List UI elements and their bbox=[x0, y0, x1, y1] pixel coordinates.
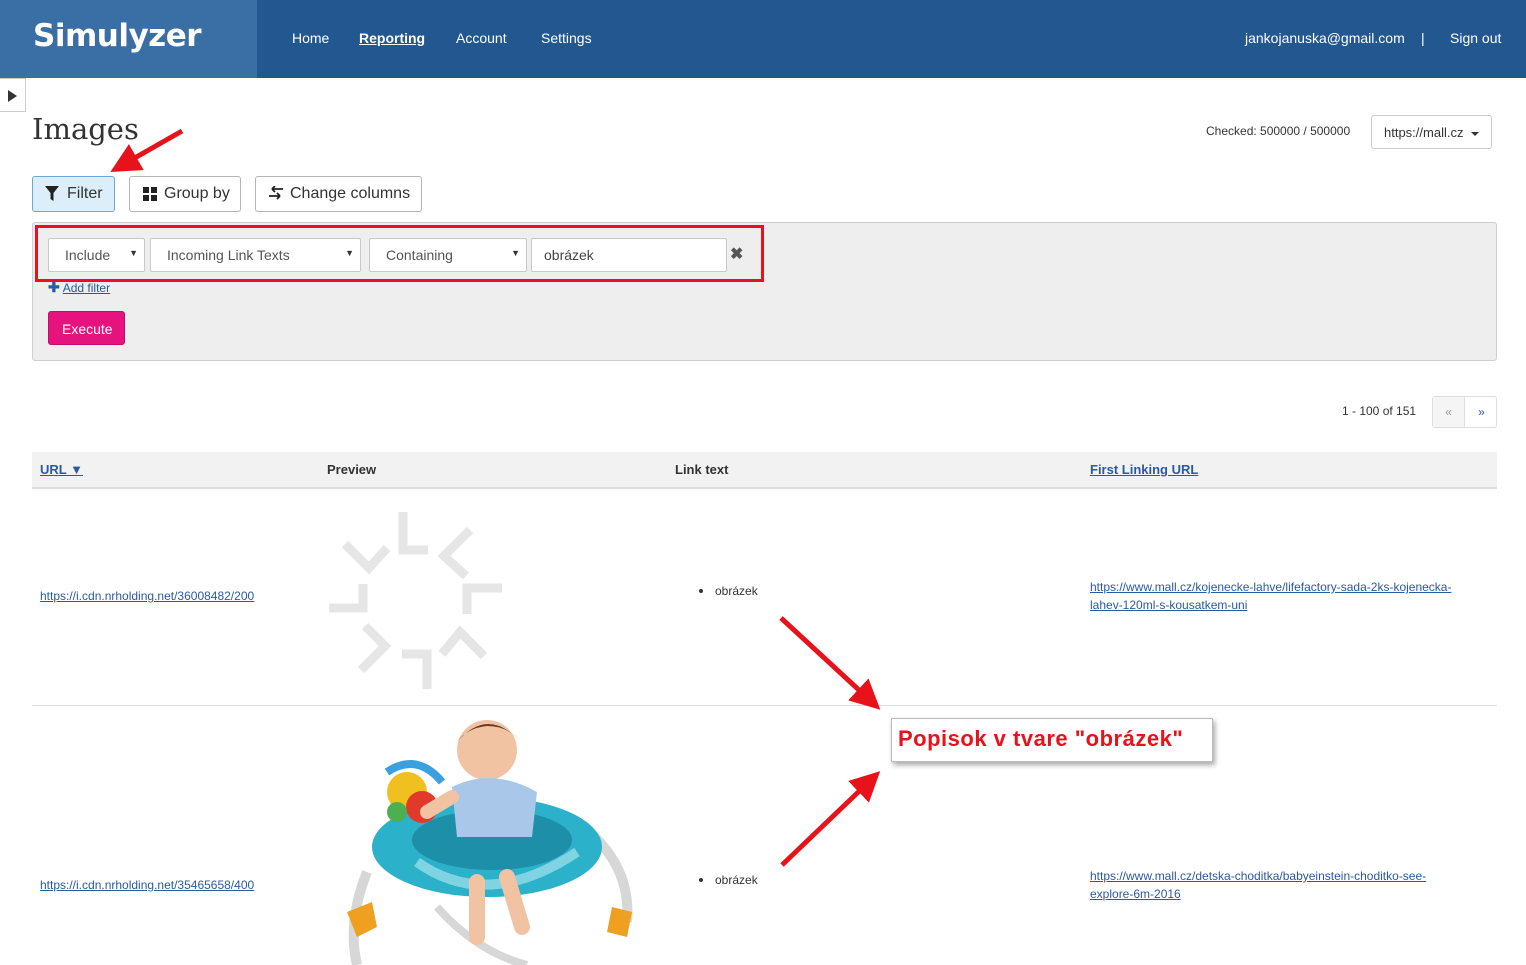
next-page-button[interactable]: » bbox=[1466, 397, 1497, 427]
plus-icon: ✚ bbox=[48, 279, 60, 295]
caret-right-icon bbox=[8, 90, 17, 102]
swap-arrows-icon bbox=[268, 185, 284, 204]
first-linking-url-link-cont[interactable]: explore-6m-2016 bbox=[1090, 887, 1181, 901]
page-title: Images bbox=[32, 112, 139, 146]
arrow-to-callout-lower bbox=[780, 771, 881, 867]
filter-button-label: Filter bbox=[67, 185, 103, 202]
first-linking-url-link-cont[interactable]: lahev-120ml-s-kousatkem-uni bbox=[1090, 598, 1247, 612]
sidebar-toggle[interactable] bbox=[0, 78, 26, 112]
annotation-highlight-box bbox=[35, 225, 764, 282]
pagination-summary: 1 - 100 of 151 bbox=[1342, 404, 1417, 418]
image-url-link[interactable]: https://i.cdn.nrholding.net/36008482/200 bbox=[40, 589, 254, 603]
nav-reporting[interactable]: Reporting bbox=[359, 30, 425, 46]
link-text-value: obrázek bbox=[715, 584, 758, 598]
sign-out-link[interactable]: Sign out bbox=[1450, 30, 1501, 46]
brand-logo[interactable]: Simulyzer bbox=[33, 18, 202, 54]
table-header: URL ▼ Preview Link text First Linking UR… bbox=[32, 452, 1497, 489]
top-navbar: Simulyzer Home Reporting Account Setting… bbox=[0, 0, 1526, 78]
row-divider bbox=[32, 705, 1497, 706]
image-url-link[interactable]: https://i.cdn.nrholding.net/35465658/400 bbox=[40, 878, 254, 892]
checked-count: Checked: 500000 / 500000 bbox=[1206, 124, 1351, 138]
group-by-button-label: Group by bbox=[164, 185, 230, 202]
change-columns-button[interactable]: Change columns bbox=[255, 176, 422, 212]
filter-button[interactable]: Filter bbox=[32, 176, 115, 212]
link-text-value: obrázek bbox=[715, 873, 758, 887]
chevron-down-icon bbox=[1471, 132, 1479, 136]
product-image-baby-walker bbox=[347, 720, 633, 965]
column-header-first-linking-url[interactable]: First Linking URL bbox=[1090, 462, 1198, 477]
link-text-item: obrázek bbox=[699, 873, 758, 887]
execute-button[interactable]: Execute bbox=[48, 311, 125, 345]
grid-icon bbox=[143, 187, 157, 201]
nav-settings[interactable]: Settings bbox=[541, 30, 592, 46]
pagination: « » bbox=[1432, 396, 1497, 428]
nav-home[interactable]: Home bbox=[292, 30, 329, 46]
first-linking-url-link[interactable]: https://www.mall.cz/kojenecke-lahve/life… bbox=[1090, 580, 1451, 594]
column-header-link-text: Link text bbox=[675, 462, 729, 477]
change-columns-button-label: Change columns bbox=[290, 185, 411, 202]
funnel-icon bbox=[45, 186, 59, 206]
add-filter-link[interactable]: ✚ Add filter bbox=[48, 279, 110, 296]
domain-select-value: https://mall.cz bbox=[1384, 125, 1464, 140]
user-email[interactable]: jankojanuska@gmail.com bbox=[1245, 30, 1405, 46]
arrow-to-callout-upper bbox=[779, 616, 881, 710]
domain-select[interactable]: https://mall.cz bbox=[1371, 115, 1492, 149]
add-filter-label: Add filter bbox=[62, 281, 111, 295]
brand-area[interactable]: Simulyzer bbox=[0, 0, 257, 78]
loading-spinner-icon bbox=[329, 512, 502, 689]
group-by-button[interactable]: Group by bbox=[129, 176, 241, 212]
link-text-item: obrázek bbox=[699, 584, 758, 598]
column-header-preview: Preview bbox=[327, 462, 377, 477]
first-linking-url-link[interactable]: https://www.mall.cz/detska-choditka/baby… bbox=[1090, 869, 1426, 883]
nav-account[interactable]: Account bbox=[456, 30, 507, 46]
column-header-url[interactable]: URL ▼ bbox=[40, 462, 83, 477]
prev-page-button[interactable]: « bbox=[1433, 397, 1465, 427]
annotation-callout: Popisok v tvare "obrázek" bbox=[891, 718, 1213, 762]
nav-separator: | bbox=[1421, 30, 1425, 46]
